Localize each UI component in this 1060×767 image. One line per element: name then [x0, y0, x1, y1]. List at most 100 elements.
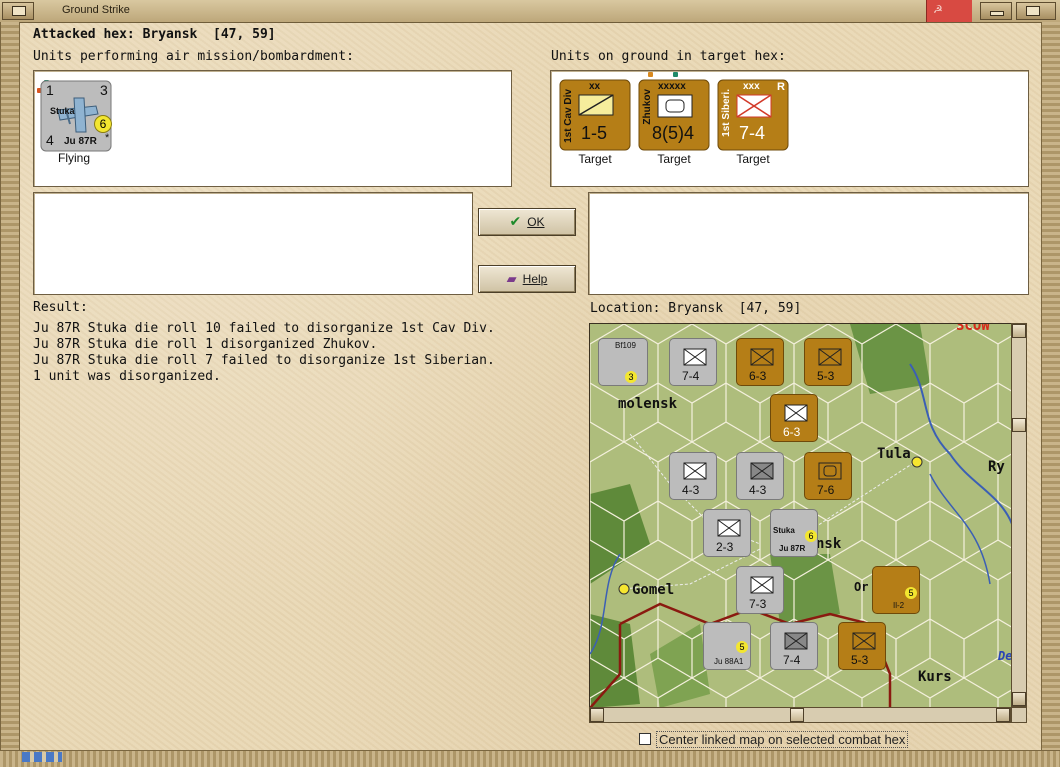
map-aircraft-counter[interactable]: Ju 88A1 5 [703, 622, 751, 670]
map-place-smolensk: molensk [618, 396, 678, 412]
map-place-moscow: SCOW [956, 323, 990, 334]
map-unit-counter[interactable]: 4-3 [669, 452, 717, 500]
unit-name: Stuka [50, 106, 75, 116]
map-unit-counter[interactable]: 6-3 [736, 338, 784, 386]
scroll-corner [1011, 707, 1027, 723]
window-title: Ground Strike [62, 4, 130, 16]
unit-strength: 8(5)4 [652, 123, 695, 143]
ground-unit-counter[interactable]: 1st Siberi. xxx R 7-4 [717, 79, 789, 151]
unit-size: xxxxx [658, 81, 686, 92]
unit-strength: 4-3 [682, 483, 700, 497]
map-place-ry: Ry [988, 459, 1005, 475]
result-line: Ju 87R Stuka die roll 1 disorganized Zhu… [33, 337, 378, 352]
scroll-left-button[interactable] [590, 708, 604, 722]
center-map-checkbox-label[interactable]: Center linked map on selected combat hex [656, 731, 909, 748]
map-aircraft-counter[interactable]: Il-2 5 [872, 566, 920, 614]
ok-button-label: OK [527, 215, 545, 229]
help-book-icon: ▰ [506, 271, 517, 287]
air-unit-counter[interactable]: 1 3 4 Stuka Ju 87R * 6 [37, 80, 112, 152]
attacker-info-panel [33, 192, 473, 295]
unit-strength: 7-3 [749, 597, 767, 611]
close-icon: ☭ [933, 3, 943, 16]
map-unit-counter[interactable]: 7-6 [804, 452, 852, 500]
map-place-kursk: Kurs [918, 669, 952, 685]
frame-bottom [0, 750, 1060, 767]
aircraft-circle-value: 6 [805, 530, 817, 542]
ground-unit-counter[interactable]: 1st Cav Div xx 1-5 [559, 79, 631, 151]
unit-tr-value: 3 [100, 82, 108, 98]
air-units-panel: 1 3 4 Stuka Ju 87R * 6 Flying [33, 70, 512, 187]
map-place-tula: Tula [877, 446, 911, 462]
unit-strength: 5-3 [817, 369, 835, 383]
horizontal-scroll-thumb[interactable] [790, 708, 804, 722]
aircraft-circle-value: 5 [905, 587, 917, 599]
unit-strength: 2-3 [716, 540, 734, 554]
unit-strength: 7-4 [783, 653, 801, 667]
unit-status: Target [578, 152, 612, 166]
result-line: Ju 87R Stuka die roll 10 failed to disor… [33, 321, 495, 336]
unit-status: Flying [57, 151, 90, 165]
minimize-icon [990, 11, 1004, 16]
unit-strength: 6-3 [783, 425, 801, 439]
result-line: 1 unit was disorganized. [33, 369, 221, 384]
aircraft-name: Stuka [773, 526, 795, 535]
help-button-label: Help [522, 272, 548, 286]
unit-strength: 6-3 [749, 369, 767, 383]
frame-left [0, 22, 20, 750]
unit-type: Ju 87R [64, 136, 97, 147]
unit-side-label: 1st Siberi. [721, 89, 732, 137]
status-marker [648, 72, 653, 77]
map-unit-counter[interactable]: 7-3 [736, 566, 784, 614]
unit-strength: 1-5 [581, 123, 608, 143]
aircraft-name: Il-2 [893, 601, 905, 610]
map-unit-counter[interactable]: 7-4 [770, 622, 818, 670]
vertical-scroll-thumb[interactable] [1012, 418, 1026, 432]
close-button[interactable]: ☭ [926, 0, 972, 22]
map-unit-counter[interactable]: 5-3 [804, 338, 852, 386]
aircraft-circle-value: 3 [625, 371, 637, 383]
unit-side-label: 1st Cav Div [563, 89, 574, 143]
result-label: Result: [33, 300, 88, 315]
resize-grip[interactable] [22, 752, 62, 762]
map-unit-counter[interactable]: 7-4 [669, 338, 717, 386]
aircraft-type: Ju 87R [779, 544, 806, 553]
scroll-right-button[interactable] [996, 708, 1010, 722]
ground-units-label: Units on ground in target hex: [551, 49, 786, 64]
unit-strength: 5-3 [851, 653, 869, 667]
map-unit-counter[interactable]: 2-3 [703, 509, 751, 557]
map-horizontal-scrollbar[interactable] [589, 707, 1011, 723]
map-vertical-scrollbar[interactable] [1011, 323, 1027, 707]
system-menu-button[interactable] [2, 2, 34, 20]
scroll-down-button[interactable] [1012, 692, 1026, 706]
map-aircraft-counter[interactable]: Stuka Ju 87R 6 [770, 509, 818, 557]
unit-strength: 7-6 [817, 483, 835, 497]
defender-info-panel [588, 192, 1029, 295]
maximize-button[interactable] [1016, 2, 1056, 20]
map-place-gomel: Gomel [632, 582, 675, 598]
map-place-orel: Or [854, 580, 869, 594]
map-unit-counter[interactable]: 4-3 [736, 452, 784, 500]
maximize-icon [1026, 6, 1040, 16]
result-line: Ju 87R Stuka die roll 7 failed to disorg… [33, 353, 495, 368]
unit-strength: 4-3 [749, 483, 767, 497]
center-map-checkbox[interactable] [639, 733, 651, 745]
map-unit-counter[interactable]: 6-3 [770, 394, 818, 442]
ground-unit-counter[interactable]: Zhukov xxxxx 8(5)4 [638, 72, 710, 151]
check-icon: ✔ [509, 214, 522, 230]
map-aircraft-counter[interactable]: Bf109 3 [598, 338, 648, 386]
aircraft-name: Ju 88A1 [714, 657, 744, 666]
location-map[interactable]: molensk Tula Ry nsk Gomel Or Kurs SCOW D… [589, 323, 1013, 709]
unit-circle-value: 6 [94, 115, 112, 133]
ok-button[interactable]: ✔ OK [478, 208, 576, 236]
status-marker [673, 72, 678, 77]
ground-units-panel: 1st Cav Div xx 1-5 Target Zhukov xxxxx 8… [550, 70, 1029, 187]
scroll-up-button[interactable] [1012, 324, 1026, 338]
window-icon [12, 6, 26, 16]
minimize-button[interactable] [980, 2, 1012, 20]
unit-side-label: Zhukov [642, 89, 653, 125]
map-unit-counter[interactable]: 5-3 [838, 622, 886, 670]
unit-status: Target [657, 152, 691, 166]
aircraft-name: Bf109 [615, 341, 636, 350]
location-label: Location: Bryansk [47, 59] [590, 301, 802, 316]
help-button[interactable]: ▰ Help [478, 265, 576, 293]
